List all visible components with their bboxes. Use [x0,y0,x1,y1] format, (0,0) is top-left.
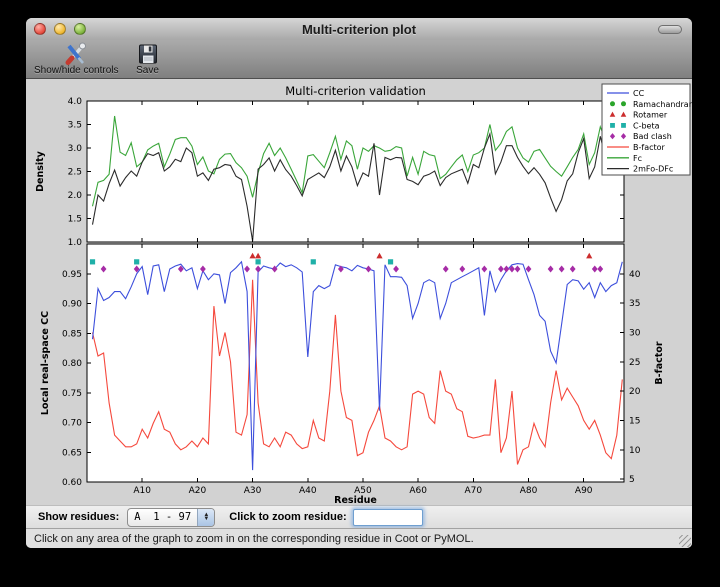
svg-text:4.0: 4.0 [68,97,83,107]
status-bar: Click on any area of the graph to zoom i… [26,528,692,548]
window-title: Multi-criterion plot [302,22,416,37]
window: Multi-criterion plot Show/hide controls [26,18,692,548]
svg-text:A10: A10 [133,486,151,496]
svg-text:2.5: 2.5 [68,168,82,178]
svg-text:10: 10 [629,446,641,456]
svg-text:5: 5 [629,475,635,485]
figure-canvas[interactable]: A10A20A30A40A50A60A70A80A901.01.52.02.53… [26,79,692,505]
svg-text:A40: A40 [299,486,317,496]
svg-text:25: 25 [629,358,640,368]
show-residues-label: Show residues: [38,511,119,523]
svg-text:0.75: 0.75 [62,389,82,399]
chart-title: Multi-criterion validation [285,84,426,98]
svg-text:A70: A70 [465,486,483,496]
svg-text:0.65: 0.65 [62,448,82,458]
residue-axis-label: Residue [334,495,377,505]
svg-text:0.80: 0.80 [62,359,82,369]
svg-text:Fc: Fc [633,154,642,163]
residue-range-select[interactable]: A 1 - 97 ▲▼ [127,508,215,527]
svg-text:Ramachandran: Ramachandran [633,100,692,109]
svg-text:Bad clash: Bad clash [633,132,672,141]
svg-text:20: 20 [629,387,641,397]
svg-text:A80: A80 [520,486,538,496]
residue-range-value: A 1 - 97 [128,511,197,523]
svg-text:0.70: 0.70 [62,419,82,429]
save-button[interactable]: Save [135,40,161,76]
title-bar[interactable]: Multi-criterion plot [26,18,692,40]
close-button[interactable] [34,23,46,35]
tools-icon [63,41,89,67]
top-axes[interactable] [87,101,624,242]
save-label: Save [136,65,159,76]
show-hide-controls-label: Show/hide controls [34,65,119,76]
figure-area: A10A20A30A40A50A60A70A80A901.01.52.02.53… [26,79,692,505]
resize-grip-icon[interactable] [679,535,691,547]
svg-text:C-beta: C-beta [633,121,660,130]
svg-text:1.0: 1.0 [68,238,83,248]
minimize-button[interactable] [54,23,66,35]
toolbar: Show/hide controls Save [26,40,692,79]
status-text: Click on any area of the graph to zoom i… [34,533,474,545]
svg-text:2.0: 2.0 [68,191,83,201]
svg-text:0.85: 0.85 [62,329,82,339]
toolbar-toggle-widget[interactable] [658,25,682,34]
svg-text:0.95: 0.95 [62,270,82,280]
legend: CC Ramachandran RotamerC-beta Bad clash B-fa… [602,84,692,175]
bfactor-axis-label: B-factor [654,341,665,384]
svg-text:30: 30 [629,329,641,339]
svg-text:2mFo-DFc: 2mFo-DFc [633,165,673,174]
show-hide-controls-button[interactable]: Show/hide controls [34,40,119,76]
svg-text:CC: CC [633,89,645,98]
svg-text:0.90: 0.90 [62,300,82,310]
svg-text:A90: A90 [575,486,593,496]
density-axis-label: Density [35,150,46,192]
svg-text:3.0: 3.0 [68,144,83,154]
svg-text:A20: A20 [189,486,207,496]
svg-text:40: 40 [629,270,641,280]
svg-text:15: 15 [629,416,640,426]
svg-text:35: 35 [629,299,640,309]
window-controls [34,23,86,35]
svg-text:1.5: 1.5 [68,215,82,225]
svg-text:A30: A30 [244,486,262,496]
svg-text:0.60: 0.60 [62,478,82,488]
svg-text:Rotamer: Rotamer [633,111,668,120]
save-icon [135,41,161,67]
control-bar: Show residues: A 1 - 97 ▲▼ Click to zoom… [26,505,692,528]
svg-text:B-factor: B-factor [633,143,666,152]
stepper-arrows-icon: ▲▼ [197,509,214,526]
zoom-residue-input[interactable] [353,509,423,526]
svg-text:3.5: 3.5 [68,121,82,131]
zoom-button[interactable] [74,23,86,35]
cc-axis-label: Local real-space CC [40,311,51,415]
zoom-residue-label: Click to zoom residue: [229,511,346,523]
svg-text:A60: A60 [409,486,427,496]
